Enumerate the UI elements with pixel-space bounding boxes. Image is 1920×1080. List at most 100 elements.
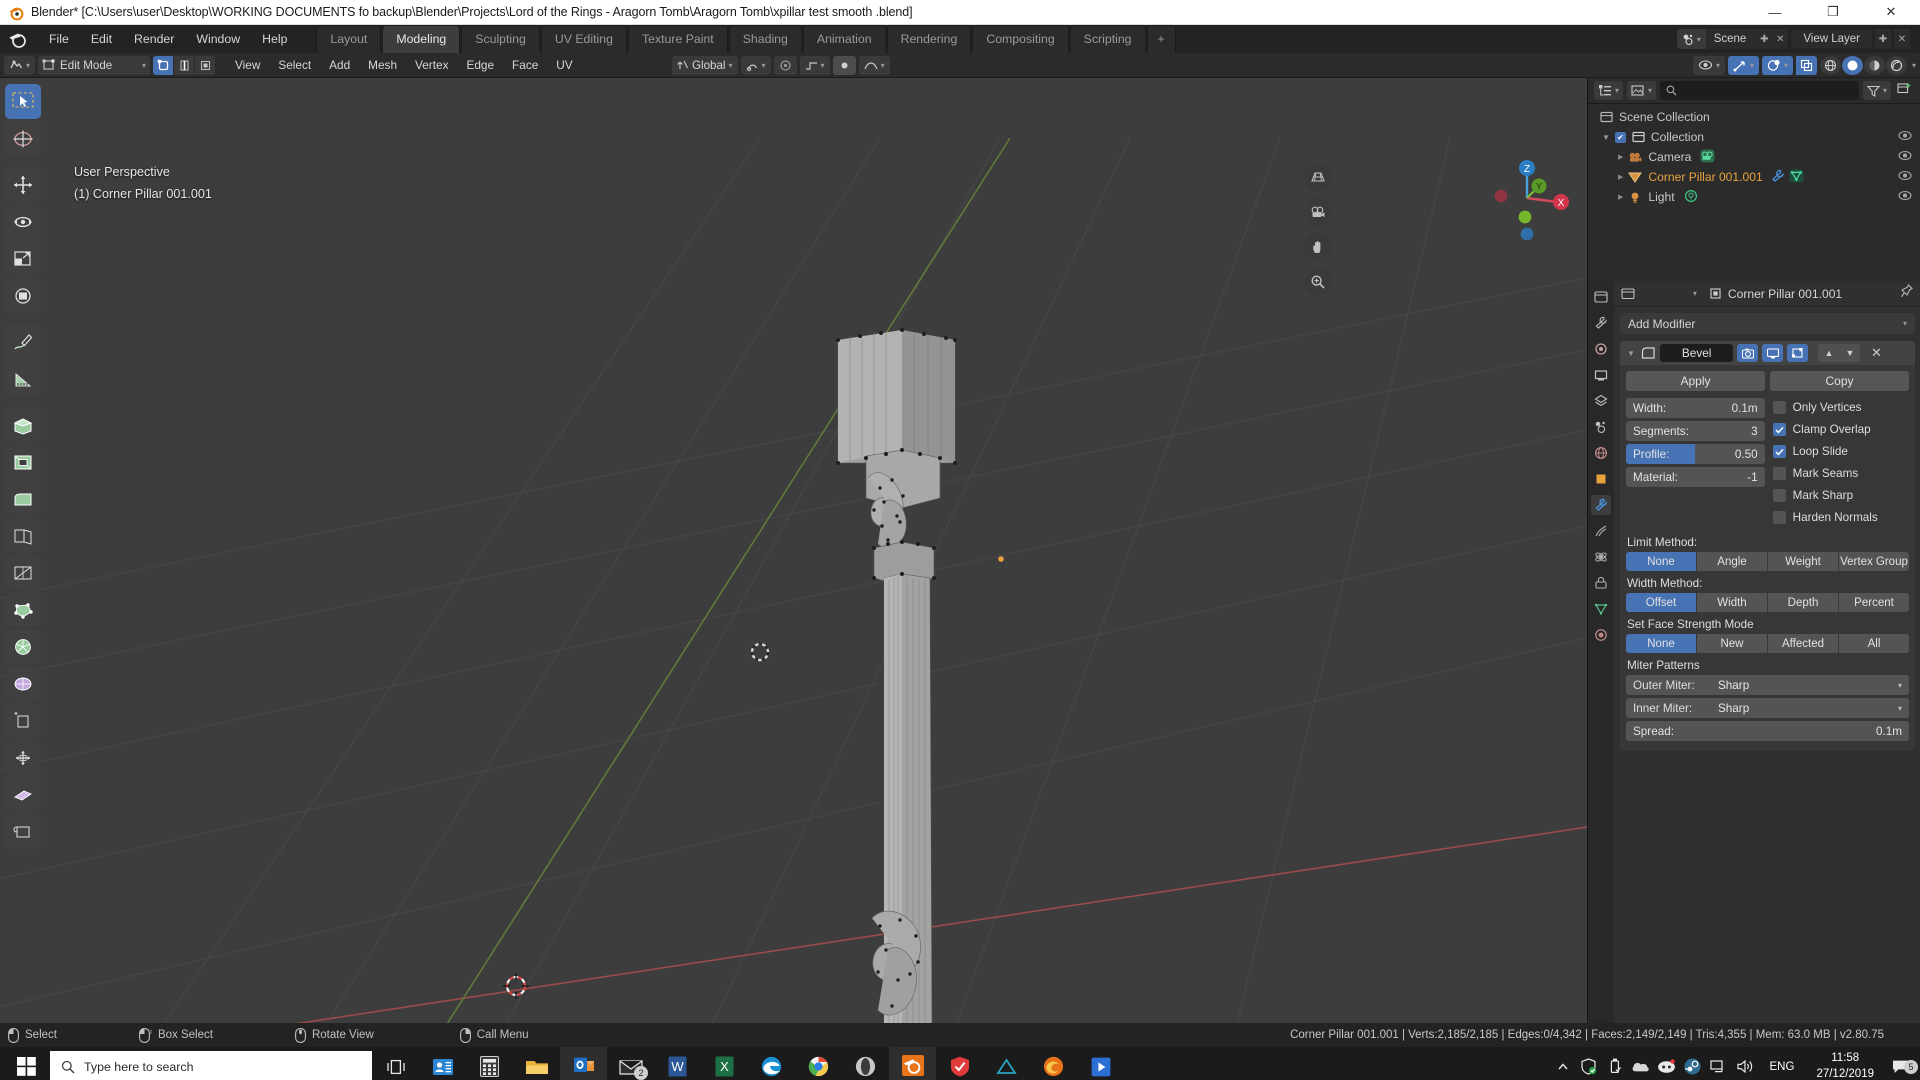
interaction-mode-selector[interactable]: Edit Mode ▾: [38, 55, 151, 75]
minimize-button[interactable]: —: [1746, 0, 1804, 24]
viewport-menu-uv[interactable]: UV: [547, 56, 581, 74]
viewport-menu-select[interactable]: Select: [269, 56, 320, 74]
word-icon[interactable]: W: [654, 1047, 701, 1080]
bevel-tool[interactable]: [5, 481, 41, 516]
apply-modifier-button[interactable]: Apply: [1626, 371, 1765, 391]
rotate-tool[interactable]: [5, 204, 41, 239]
menu-window[interactable]: Window: [185, 29, 251, 49]
unlink-scene-button[interactable]: ✕: [1772, 29, 1789, 49]
editor-type-button[interactable]: ▾: [4, 55, 36, 75]
blender-logo-icon[interactable]: [8, 29, 28, 49]
close-button[interactable]: ✕: [1862, 0, 1920, 24]
tweak-select-tool[interactable]: [5, 84, 41, 119]
only-vertices-checkbox[interactable]: [1772, 401, 1786, 414]
outliner-row-collection[interactable]: ▼ ✔ Collection: [1588, 127, 1920, 147]
gizmo-toggle-button[interactable]: ▾: [1727, 55, 1759, 75]
new-scene-button[interactable]: ✚: [1756, 29, 1773, 49]
antivirus-icon[interactable]: [936, 1047, 983, 1080]
xray-curve-button[interactable]: ▾: [858, 55, 890, 75]
viewport-menu-edge[interactable]: Edge: [457, 56, 503, 74]
modifier-wrench-icon[interactable]: [1771, 169, 1785, 185]
poly-build-tool[interactable]: [5, 592, 41, 627]
material-tab-icon[interactable]: [1591, 625, 1611, 645]
visibility-selector-button[interactable]: ▾: [1692, 55, 1725, 75]
mesh-data-icon[interactable]: [1789, 169, 1804, 186]
collection-checkbox[interactable]: ✔: [1614, 131, 1626, 143]
wireframe-shading-icon[interactable]: [1819, 55, 1841, 75]
only-vertices-row[interactable]: Only Vertices: [1772, 398, 1909, 417]
workspace-tab-layout[interactable]: Layout: [316, 25, 382, 53]
profile-field[interactable]: Profile: 0.50: [1626, 444, 1765, 464]
render-tab-icon[interactable]: [1591, 339, 1611, 359]
onedrive-icon[interactable]: [1628, 1047, 1654, 1080]
add-modifier-dropdown[interactable]: Add Modifier ▾: [1620, 313, 1915, 334]
object-data-tab-icon[interactable]: [1591, 599, 1611, 619]
media-player-icon[interactable]: [1077, 1047, 1124, 1080]
workspace-tab-texture-paint[interactable]: Texture Paint: [627, 25, 728, 53]
light-data-icon[interactable]: [1684, 189, 1698, 206]
outlook-icon[interactable]: [560, 1047, 607, 1080]
autodesk-icon[interactable]: [983, 1047, 1030, 1080]
camera-view-icon[interactable]: [1304, 198, 1332, 226]
view-axis-gizmo[interactable]: Z Y X: [1485, 156, 1569, 240]
shear-tool[interactable]: [5, 740, 41, 775]
loop-slide-row[interactable]: Loop Slide: [1772, 442, 1909, 461]
tool-tab-icon[interactable]: [1591, 313, 1611, 333]
discord-icon[interactable]: [1654, 1047, 1680, 1080]
network-icon[interactable]: [1706, 1047, 1732, 1080]
properties-editor-type-icon[interactable]: [1591, 287, 1611, 307]
workspace-tab-modeling[interactable]: Modeling: [382, 25, 461, 53]
file-explorer-icon[interactable]: [513, 1047, 560, 1080]
width-method-depth[interactable]: Depth: [1768, 593, 1838, 612]
pan-view-icon[interactable]: [1304, 233, 1332, 261]
scene-selector[interactable]: ▾ Scene ✚ ✕: [1676, 29, 1789, 49]
grid-toggle-icon[interactable]: [1304, 163, 1332, 191]
maximize-button[interactable]: ❐: [1804, 0, 1862, 24]
outliner-row-light[interactable]: ▶ Light: [1588, 187, 1920, 207]
view-layer-tab-icon[interactable]: [1591, 391, 1611, 411]
modifier-name-field[interactable]: Bevel: [1659, 344, 1734, 362]
viewport-menu-mesh[interactable]: Mesh: [359, 56, 406, 74]
proportional-edit-button[interactable]: [773, 55, 797, 75]
outliner-search-input[interactable]: [1660, 81, 1859, 100]
task-view-icon[interactable]: [372, 1047, 419, 1080]
harden-normals-checkbox[interactable]: [1772, 511, 1786, 524]
visibility-eye-icon[interactable]: [1898, 150, 1912, 164]
constraints-tab-icon[interactable]: [1591, 573, 1611, 593]
scene-name[interactable]: Scene: [1706, 33, 1757, 45]
mirror-x-button[interactable]: [832, 55, 856, 75]
mark-seams-row[interactable]: Mark Seams: [1772, 464, 1909, 483]
move-modifier-down-icon[interactable]: ▼: [1839, 344, 1861, 362]
scene-icon[interactable]: ▾: [1676, 29, 1706, 49]
outliner-filter-button[interactable]: ▾: [1862, 81, 1891, 100]
menu-render[interactable]: Render: [123, 29, 185, 49]
output-tab-icon[interactable]: [1591, 365, 1611, 385]
security-icon[interactable]: [1576, 1047, 1602, 1080]
extrude-region-tool[interactable]: [5, 407, 41, 442]
width-method-width[interactable]: Width: [1697, 593, 1767, 612]
material-field[interactable]: Material: -1: [1626, 467, 1765, 487]
transform-tool[interactable]: [5, 278, 41, 313]
scale-tool[interactable]: [5, 241, 41, 276]
3d-viewport[interactable]: User Perspective (1) Corner Pillar 001.0…: [0, 78, 1587, 1023]
new-collection-button[interactable]: [1895, 81, 1914, 100]
child-triangle-icon[interactable]: ▶: [1618, 193, 1623, 201]
new-view-layer-button[interactable]: ✚: [1875, 29, 1891, 49]
width-field[interactable]: Width: 0.1m: [1626, 398, 1765, 418]
workspace-tab-sculpting[interactable]: Sculpting: [461, 25, 540, 53]
render-visibility-icon[interactable]: [1737, 344, 1759, 362]
mark-sharp-checkbox[interactable]: [1772, 489, 1786, 502]
taskbar-search-input[interactable]: Type here to search: [50, 1051, 372, 1080]
zoom-view-icon[interactable]: [1304, 268, 1332, 296]
pin-icon[interactable]: [1900, 284, 1913, 303]
transform-orientation-selector[interactable]: Global ▾: [672, 55, 738, 75]
outliner-editor-type-button[interactable]: ▾: [1594, 81, 1624, 100]
mark-sharp-row[interactable]: Mark Sharp: [1772, 486, 1909, 505]
loop-slide-checkbox[interactable]: [1772, 445, 1786, 458]
move-tool[interactable]: [5, 167, 41, 202]
material-preview-shading-icon[interactable]: [1863, 55, 1885, 75]
viewport-menu-vertex[interactable]: Vertex: [406, 56, 457, 74]
inner-miter-dropdown[interactable]: Inner Miter: Sharp ▾: [1626, 698, 1909, 718]
snap-toggle-button[interactable]: ▾: [740, 55, 771, 75]
harden-normals-row[interactable]: Harden Normals: [1772, 508, 1909, 527]
